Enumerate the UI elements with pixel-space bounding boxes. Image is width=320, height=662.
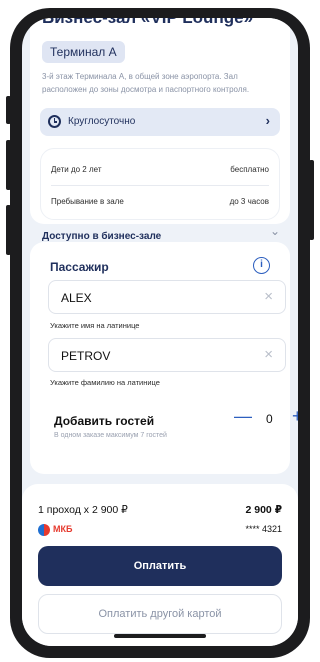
order-total: 2 900 ₽ — [245, 504, 283, 516]
last-name-field[interactable]: PETROV × — [48, 338, 286, 372]
divider — [51, 185, 269, 186]
add-guests-title: Добавить гостей — [54, 414, 155, 428]
first-name-hint: Укажите имя на латинице — [50, 321, 140, 330]
info-row-stay: Пребывание в зале до 3 часов — [51, 187, 269, 217]
opening-hours-label: Круглосуточно — [68, 116, 136, 127]
guests-count: 0 — [266, 412, 273, 426]
guests-increment-button[interactable]: + — [292, 406, 298, 427]
last-name-hint: Укажите фамилию на латинице — [50, 378, 160, 387]
pay-button[interactable]: Оплатить — [38, 546, 282, 586]
passenger-card: Пассажир i ALEX × Укажите имя на латиниц… — [30, 242, 290, 474]
first-name-value: ALEX — [61, 291, 92, 305]
add-guests-subtitle: В одном заказе максимум 7 гостей — [54, 432, 167, 439]
home-indicator — [114, 634, 206, 638]
lounge-description: 3-й этаж Терминала А, в общей зоне аэроп… — [42, 72, 250, 94]
chevron-right-icon: › — [265, 113, 270, 128]
card-number-mask: **** 4321 — [245, 524, 282, 534]
first-name-field[interactable]: ALEX × — [48, 280, 286, 314]
info-value: до 3 часов — [229, 197, 269, 206]
power-button — [309, 160, 314, 240]
opening-hours-row[interactable]: Круглосуточно › — [40, 108, 280, 136]
volume-down-button — [6, 205, 11, 255]
bank-logo-icon — [38, 524, 50, 536]
silent-switch — [6, 96, 11, 124]
clock-icon — [48, 115, 61, 128]
last-name-value: PETROV — [61, 349, 111, 363]
pay-other-card-button[interactable]: Оплатить другой картой — [38, 594, 282, 634]
app-screen: Бизнес-зал «VIP Lounge» Терминал А 3-й э… — [22, 18, 298, 646]
passenger-title: Пассажир — [50, 260, 109, 274]
bank-name: МКБ — [53, 524, 73, 534]
info-icon[interactable]: i — [253, 257, 270, 274]
order-summary: 1 проход х 2 900 ₽ — [38, 504, 128, 516]
payment-sheet: 1 проход х 2 900 ₽ 2 900 ₽ МКБ **** 4321… — [22, 484, 298, 646]
guests-decrement-button[interactable]: — — [234, 406, 252, 427]
info-label: Дети до 2 лет — [51, 165, 102, 174]
info-row-children: Дети до 2 лет бесплатно — [51, 155, 269, 185]
volume-up-button — [6, 140, 11, 190]
info-value: бесплатно — [230, 165, 269, 174]
lounge-conditions: Дети до 2 лет бесплатно Пребывание в зал… — [40, 148, 280, 220]
clear-icon[interactable]: × — [264, 346, 273, 363]
info-label: Пребывание в зале — [51, 197, 124, 206]
clear-icon[interactable]: × — [264, 288, 273, 305]
chevron-down-icon[interactable]: ⌄ — [270, 224, 280, 238]
terminal-badge: Терминал А — [42, 41, 125, 63]
lounge-title: Бизнес-зал «VIP Lounge» — [42, 18, 253, 28]
